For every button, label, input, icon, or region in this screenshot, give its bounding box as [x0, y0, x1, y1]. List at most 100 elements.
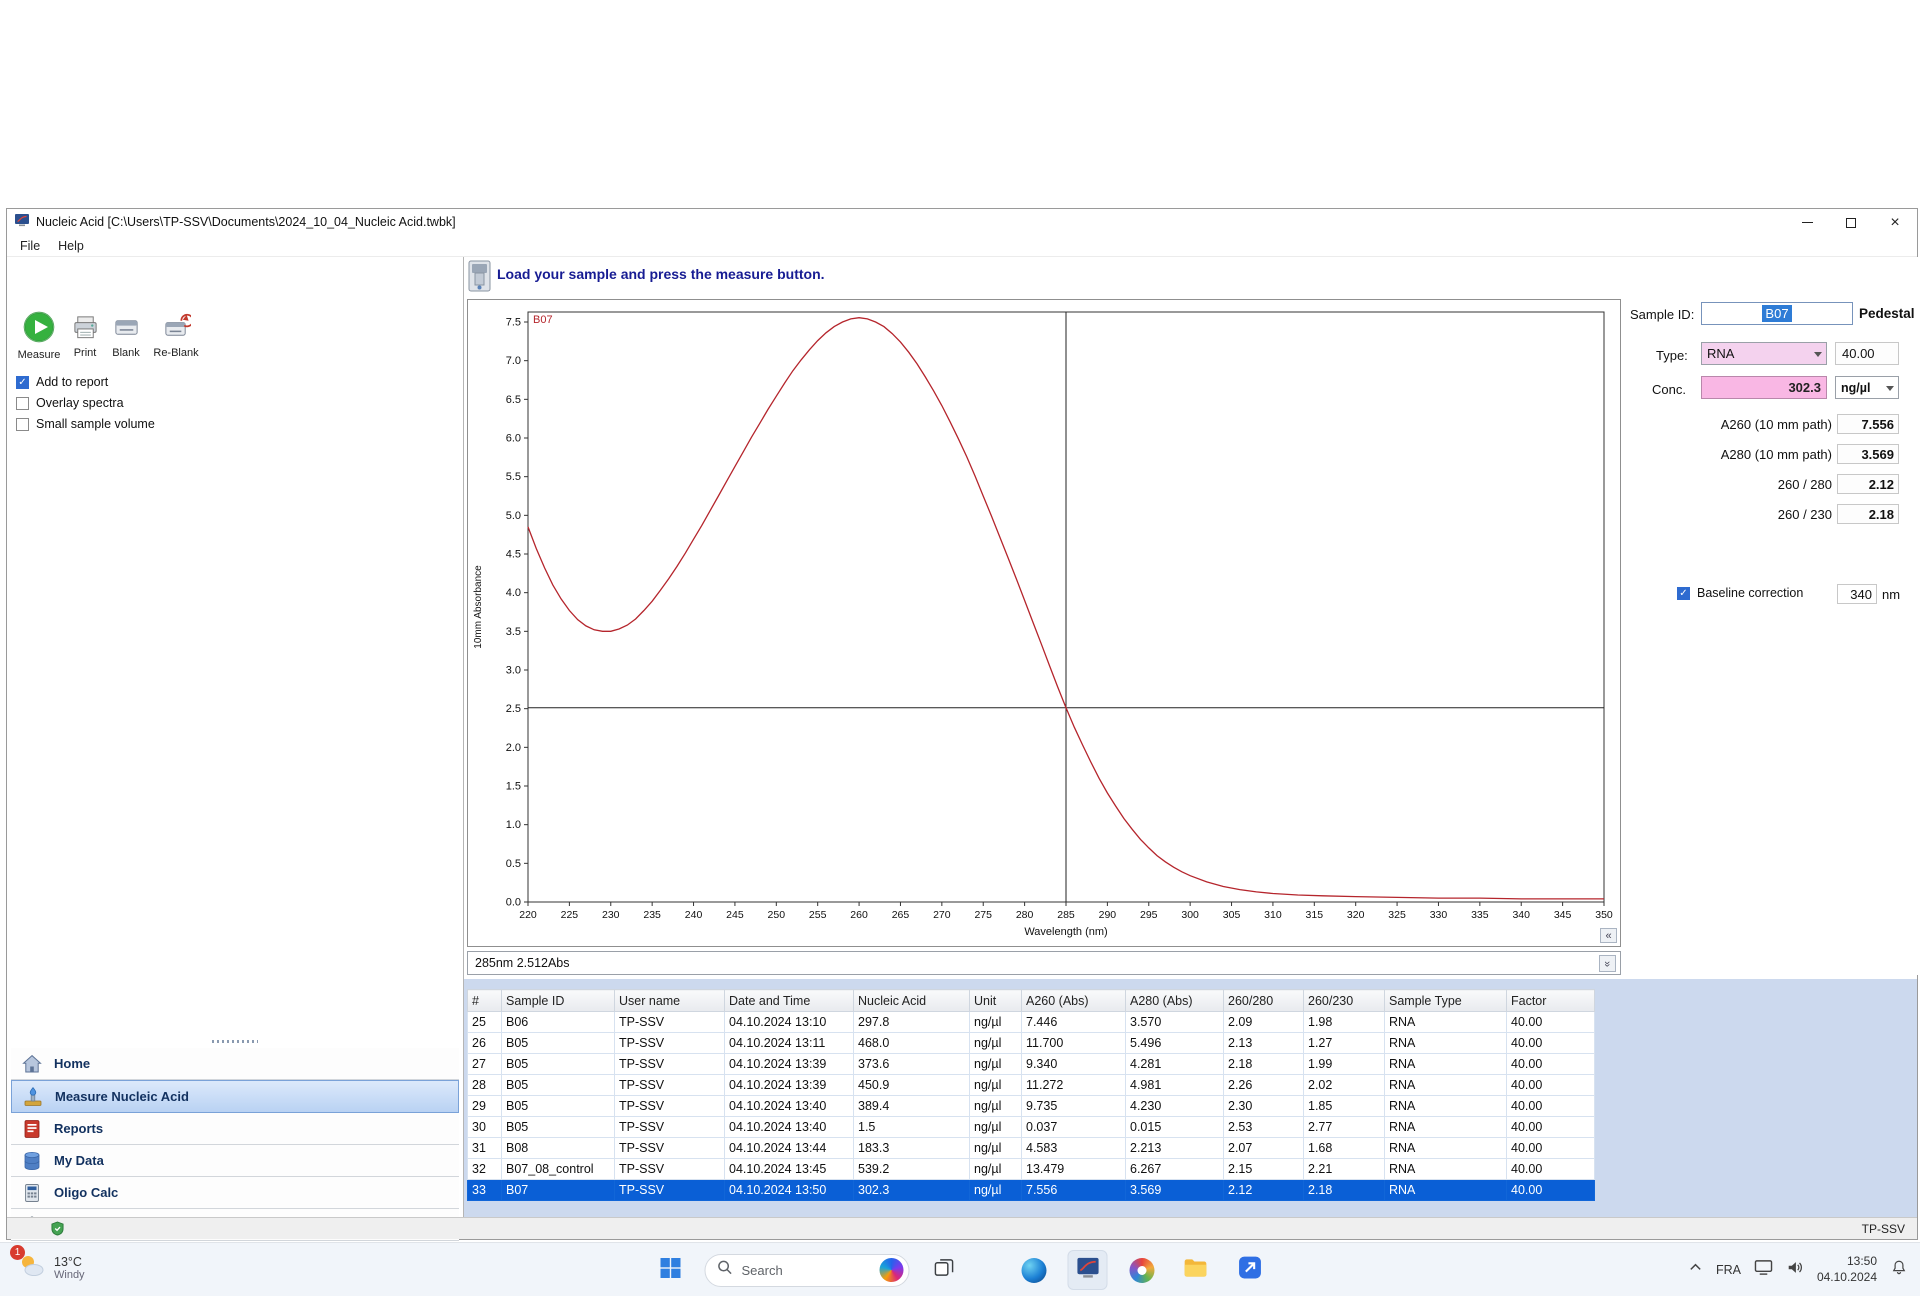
column-header[interactable]: Unit	[969, 989, 1022, 1012]
table-row[interactable]: 26 B05 TP-SSV 04.10.2024 13:11 468.0 ng/µl 11.…	[467, 1032, 1595, 1054]
table-cell: 2.18	[1303, 1179, 1385, 1201]
small-sample-volume-checkbox[interactable]: Small sample volume	[16, 416, 155, 432]
collapse-chart-button[interactable]: «	[1600, 928, 1617, 943]
sample-id-input[interactable]: B07	[1701, 302, 1853, 325]
maximize-button[interactable]	[1829, 209, 1873, 236]
measure-play-icon	[15, 310, 63, 347]
reblank-icon	[149, 313, 203, 345]
chevron-down-icon	[1814, 352, 1822, 357]
table-cell: 40.00	[1506, 1158, 1595, 1180]
column-header[interactable]: 260/280	[1223, 989, 1304, 1012]
menu-file[interactable]: File	[11, 237, 49, 255]
column-header[interactable]: Factor	[1506, 989, 1595, 1012]
task-view-button[interactable]	[924, 1250, 964, 1290]
svg-text:285: 285	[1057, 909, 1075, 921]
tray-chevron-up-icon[interactable]	[1688, 1260, 1703, 1280]
notification-bell-icon[interactable]	[1890, 1259, 1908, 1282]
table-cell: B05	[501, 1074, 615, 1096]
table-cell: 04.10.2024 13:40	[724, 1116, 854, 1138]
concentration-field[interactable]: 302.3	[1701, 376, 1827, 399]
table-row[interactable]: 32 B07_08_control TP-SSV 04.10.2024 13:45 53…	[467, 1158, 1595, 1180]
taskbar-app-explorer[interactable]	[1176, 1250, 1216, 1290]
taskbar-app-remote[interactable]	[1230, 1250, 1270, 1290]
sidebar-item-reports[interactable]: Reports	[11, 1113, 459, 1145]
sidebar-item-my-data[interactable]: My Data	[11, 1145, 459, 1177]
column-header[interactable]: 260/230	[1303, 989, 1385, 1012]
column-header[interactable]: A260 (Abs)	[1021, 989, 1126, 1012]
factor-field[interactable]: 40.00	[1835, 342, 1899, 365]
close-button[interactable]: ×	[1873, 209, 1917, 236]
table-cell: 31	[467, 1137, 502, 1159]
type-select[interactable]: RNA	[1701, 342, 1827, 365]
column-header[interactable]: #	[467, 989, 502, 1012]
table-cell: TP-SSV	[614, 1179, 725, 1201]
table-cell: B05	[501, 1032, 615, 1054]
sidebar-item-home[interactable]: Home	[11, 1048, 459, 1080]
copilot-icon	[879, 1258, 904, 1282]
table-row[interactable]: 28 B05 TP-SSV 04.10.2024 13:39 450.9 ng/µl 11.…	[467, 1074, 1595, 1096]
checkbox-icon	[1677, 586, 1690, 600]
add-to-report-checkbox[interactable]: Add to report	[16, 374, 108, 390]
sidebar-item-oligo-calc[interactable]: Oligo Calc	[11, 1177, 459, 1209]
expand-readout-button[interactable]: »	[1599, 955, 1616, 972]
clock[interactable]: 13:50 04.10.2024	[1817, 1254, 1877, 1285]
sidebar-item-label: Home	[54, 1056, 91, 1071]
table-row[interactable]: 31 B08 TP-SSV 04.10.2024 13:44 183.3 ng/µl 4.5…	[467, 1137, 1595, 1159]
measure-button[interactable]: Measure	[15, 310, 63, 361]
baseline-wavelength-field[interactable]: 340	[1837, 584, 1877, 604]
app-icon	[14, 212, 30, 233]
table-cell: 29	[467, 1095, 502, 1117]
print-button[interactable]: Print	[67, 310, 103, 359]
nanodrop-app-icon	[1075, 1255, 1100, 1285]
baseline-correction-checkbox[interactable]: Baseline correction	[1677, 586, 1803, 600]
column-header[interactable]: Sample ID	[501, 989, 615, 1012]
blank-button[interactable]: Blank	[107, 310, 145, 359]
table-row[interactable]: 30 B05 TP-SSV 04.10.2024 13:40 1.5 ng/µl 0.037…	[467, 1116, 1595, 1138]
start-button[interactable]	[651, 1250, 691, 1290]
baseline-unit-label: nm	[1882, 587, 1901, 602]
pedestal-label: Pedestal	[1859, 306, 1915, 321]
volume-icon[interactable]	[1786, 1259, 1804, 1281]
svg-text:320: 320	[1347, 909, 1365, 921]
svg-text:2.5: 2.5	[506, 703, 521, 715]
taskbar-app-nanodrop[interactable]	[1067, 1250, 1108, 1290]
table-cell: 373.6	[853, 1053, 970, 1075]
sidebar-item-label: My Data	[54, 1153, 104, 1168]
table-cell: 4.281	[1125, 1053, 1224, 1075]
table-cell: 297.8	[853, 1011, 970, 1033]
taskbar-app-edge[interactable]	[1014, 1250, 1054, 1290]
table-cell: 40.00	[1506, 1137, 1595, 1159]
table-cell: B07	[501, 1179, 615, 1201]
table-cell: RNA	[1384, 1053, 1507, 1075]
table-cell: 04.10.2024 13:10	[724, 1011, 854, 1033]
table-row[interactable]: 29 B05 TP-SSV 04.10.2024 13:40 389.4 ng/µl 9.7…	[467, 1095, 1595, 1117]
minimize-button[interactable]	[1785, 209, 1829, 236]
table-cell: 389.4	[853, 1095, 970, 1117]
reblank-button[interactable]: Re-Blank	[149, 310, 203, 359]
overlay-spectra-checkbox[interactable]: Overlay spectra	[16, 395, 124, 411]
cast-icon[interactable]	[1754, 1259, 1773, 1281]
table-cell: 9.735	[1021, 1095, 1126, 1117]
svg-text:270: 270	[933, 909, 951, 921]
title-bar[interactable]: Nucleic Acid [C:\Users\TP-SSV\Documents\…	[7, 209, 1917, 235]
sidebar-item-measure-nucleic-acid[interactable]: Measure Nucleic Acid	[11, 1080, 459, 1113]
table-row[interactable]: 27 B05 TP-SSV 04.10.2024 13:39 373.6 ng/µl 9.3…	[467, 1053, 1595, 1075]
table-row[interactable]: 33 B07 TP-SSV 04.10.2024 13:50 302.3 ng/µl 7.5…	[467, 1179, 1595, 1201]
column-header[interactable]: Nucleic Acid	[853, 989, 970, 1012]
table-row[interactable]: 25 B06 TP-SSV 04.10.2024 13:10 297.8 ng/µl 7.4…	[467, 1011, 1595, 1033]
column-header[interactable]: Sample Type	[1384, 989, 1507, 1012]
weather-condition: Windy	[54, 1269, 85, 1282]
column-header[interactable]: Date and Time	[724, 989, 854, 1012]
column-header[interactable]: A280 (Abs)	[1125, 989, 1224, 1012]
table-cell: B06	[501, 1011, 615, 1033]
panel-splitter[interactable]	[7, 1037, 463, 1046]
taskbar-app-palette[interactable]	[1122, 1250, 1162, 1290]
weather-widget[interactable]: 1 13°C Windy	[10, 1245, 85, 1286]
column-header[interactable]: User name	[614, 989, 725, 1012]
language-indicator[interactable]: FRA	[1716, 1263, 1741, 1277]
unit-select[interactable]: ng/µl	[1835, 376, 1899, 399]
table-cell: 04.10.2024 13:50	[724, 1179, 854, 1201]
menu-help[interactable]: Help	[49, 237, 93, 255]
spectrum-svg: 0.0 0.5 1.0 1.5 2.0 2.5 3.0 3.5 4.0 4.5 5.0 5.5 6.0 6…	[473, 311, 1613, 938]
search-input[interactable]: Search	[704, 1253, 910, 1287]
